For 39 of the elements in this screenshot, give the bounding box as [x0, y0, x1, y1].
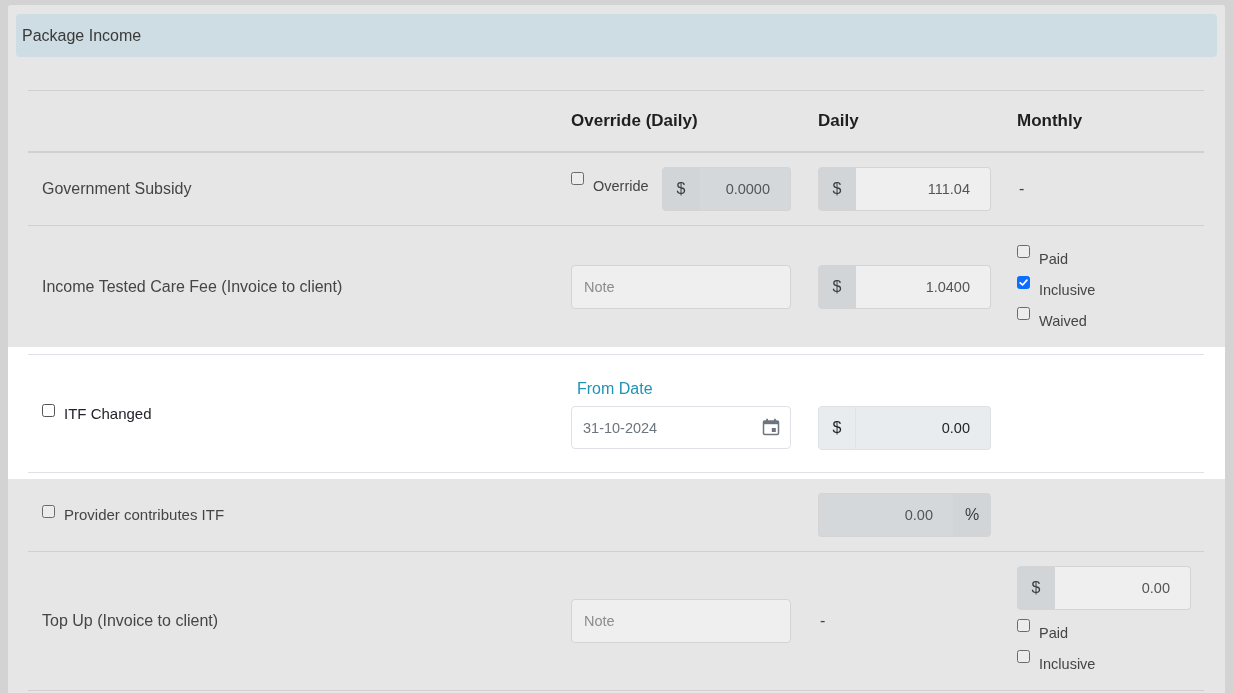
- checkbox-label: Override: [593, 177, 649, 196]
- column-header: Daily: [818, 110, 860, 132]
- amount-input[interactable]: 111.04: [856, 167, 991, 211]
- checkbox-label: Waived: [1039, 312, 1087, 331]
- row-label: Income Tested Care Fee (Invoice to client): [42, 276, 343, 297]
- checkbox[interactable]: [1017, 276, 1030, 289]
- checkbox-label: Paid: [1039, 250, 1069, 269]
- calendar-icon[interactable]: [762, 418, 780, 436]
- input-addon: $: [662, 167, 700, 211]
- checkbox-label: Inclusive: [1039, 655, 1096, 674]
- checkbox[interactable]: [1017, 650, 1030, 663]
- input-addon: $: [1017, 566, 1055, 610]
- checkbox-label: Inclusive: [1039, 281, 1096, 300]
- checkbox[interactable]: [42, 505, 55, 518]
- input-addon: $: [818, 264, 856, 309]
- checkbox-label: Paid: [1039, 624, 1069, 643]
- note-input[interactable]: Note: [571, 599, 791, 643]
- checkbox[interactable]: [1017, 245, 1030, 258]
- input-addon: $: [818, 405, 856, 450]
- empty-value: -: [1018, 179, 1025, 199]
- row-label: Top Up (Invoice to client): [42, 611, 219, 631]
- column-header: Override (Daily): [571, 110, 699, 132]
- input-addon: %: [953, 493, 991, 537]
- note-input[interactable]: Note: [571, 264, 791, 309]
- amount-input[interactable]: 0.00: [1055, 566, 1191, 610]
- section-title: Package Income: [16, 14, 1217, 57]
- amount-input[interactable]: 1.0400: [856, 264, 991, 309]
- checkbox[interactable]: [1017, 307, 1030, 320]
- input-addon: $: [818, 167, 856, 211]
- field-label: From Date: [577, 379, 654, 399]
- empty-value: -: [819, 611, 826, 631]
- checkbox-label: Provider contributes ITF: [64, 505, 225, 525]
- column-header: Monthly: [1017, 110, 1084, 132]
- row-label: Government Subsidy: [42, 179, 192, 199]
- checkbox[interactable]: [1017, 619, 1030, 632]
- checkbox-label: ITF Changed: [64, 403, 152, 424]
- check-icon: [1018, 277, 1029, 288]
- checkbox[interactable]: [42, 403, 55, 417]
- date-input[interactable]: 31-10-2024: [571, 406, 791, 449]
